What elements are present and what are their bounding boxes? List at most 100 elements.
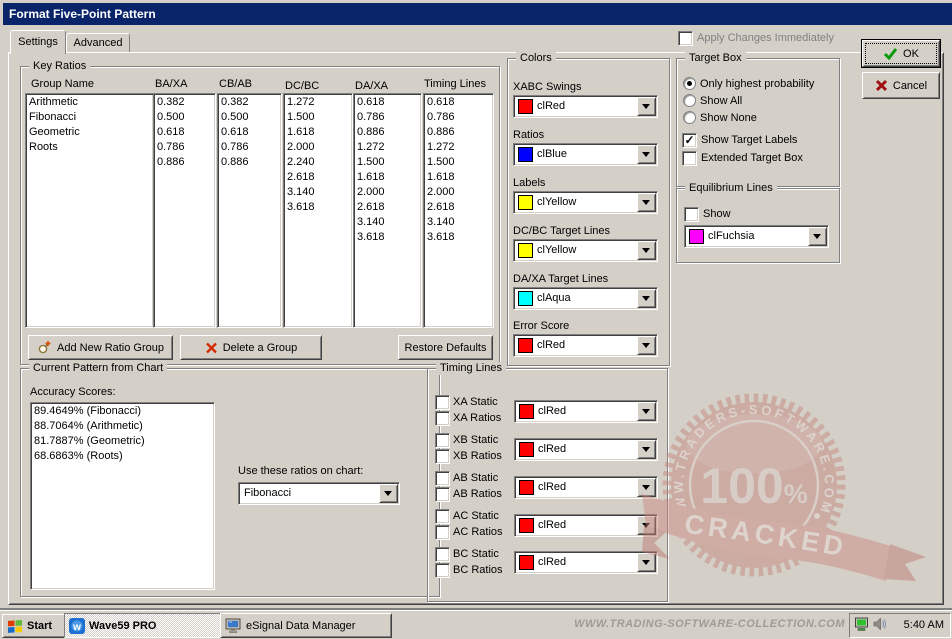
network-tray-icon[interactable]	[854, 617, 870, 632]
ok-button[interactable]: OK	[862, 40, 940, 67]
ab-ratios-checkbox[interactable]	[435, 487, 450, 502]
timing-item[interactable]: 3.140	[424, 215, 493, 230]
ba-xa-item[interactable]: 0.500	[154, 110, 215, 125]
radio-show-none[interactable]	[683, 111, 696, 124]
radio-only-highest-probability[interactable]	[683, 77, 696, 90]
cb-ab-item[interactable]: 0.500	[218, 110, 281, 125]
start-button[interactable]: Start	[2, 614, 69, 638]
accuracy-score-item[interactable]: 68.6863% (Roots)	[31, 449, 214, 464]
da-xa-item[interactable]: 2.000	[354, 185, 421, 200]
group-name-item[interactable]: Roots	[26, 140, 153, 155]
timing-item[interactable]: 1.618	[424, 170, 493, 185]
bc-ratios-checkbox[interactable]	[435, 563, 450, 578]
ba-xa-item[interactable]: 0.786	[154, 140, 215, 155]
ba-xa-item[interactable]: 0.618	[154, 125, 215, 140]
dc-bc-item[interactable]: 1.618	[284, 125, 352, 140]
restore-defaults-button[interactable]: Restore Defaults	[398, 335, 493, 360]
dc-bc-item[interactable]: 1.500	[284, 110, 352, 125]
volume-tray-icon[interactable]	[873, 617, 888, 632]
timing-item[interactable]: 0.886	[424, 125, 493, 140]
bc-static-checkbox[interactable]	[435, 547, 450, 562]
radio-show-all[interactable]	[683, 94, 696, 107]
xa-ratios-checkbox[interactable]	[435, 411, 450, 426]
dc-bc-item[interactable]: 2.240	[284, 155, 352, 170]
tab-advanced[interactable]: Advanced	[66, 33, 130, 53]
timing-item[interactable]: 2.618	[424, 200, 493, 215]
timing-item[interactable]: 0.618	[424, 95, 493, 110]
ratios-color-combo[interactable]: clBlue	[513, 143, 658, 166]
xa-color-combo[interactable]: clRed	[514, 400, 658, 423]
chevron-down-icon[interactable]	[637, 193, 656, 212]
dc-bc-listbox[interactable]: 1.2721.5001.6182.0002.2402.6183.1403.618	[283, 93, 353, 328]
extended-target-box-checkbox[interactable]	[682, 151, 697, 166]
ba-xa-item[interactable]: 0.886	[154, 155, 215, 170]
cb-ab-item[interactable]: 0.382	[218, 95, 281, 110]
da-xa-item[interactable]: 2.618	[354, 200, 421, 215]
chevron-down-icon[interactable]	[637, 145, 656, 164]
timing-lines-listbox[interactable]: 0.6180.7860.8861.2721.5001.6182.0002.618…	[423, 93, 494, 328]
dcbc-target-lines-color-combo[interactable]: clYellow	[513, 239, 658, 262]
ba-xa-listbox[interactable]: 0.3820.5000.6180.7860.886	[153, 93, 216, 328]
chevron-down-icon[interactable]	[637, 241, 656, 260]
xb-color-combo[interactable]: clRed	[514, 438, 658, 461]
accuracy-score-item[interactable]: 89.4649% (Fibonacci)	[31, 404, 214, 419]
dc-bc-item[interactable]: 3.140	[284, 185, 352, 200]
dc-bc-item[interactable]: 2.618	[284, 170, 352, 185]
cb-ab-item[interactable]: 0.886	[218, 155, 281, 170]
timing-item[interactable]: 1.272	[424, 140, 493, 155]
taskbar-item-esignal[interactable]: eSignal Data Manager	[220, 613, 392, 638]
show-target-labels-checkbox[interactable]: ✓	[682, 133, 697, 148]
da-xa-item[interactable]: 3.618	[354, 230, 421, 245]
chevron-down-icon[interactable]	[637, 402, 656, 421]
cancel-button[interactable]: Cancel	[862, 72, 940, 99]
chevron-down-icon[interactable]	[637, 553, 656, 572]
accuracy-score-item[interactable]: 81.7887% (Geometric)	[31, 434, 214, 449]
group-name-item[interactable]: Arithmetic	[26, 95, 153, 110]
da-xa-item[interactable]: 3.140	[354, 215, 421, 230]
chevron-down-icon[interactable]	[637, 516, 656, 535]
accuracy-score-item[interactable]: 88.7064% (Arithmetic)	[31, 419, 214, 434]
group-name-listbox[interactable]: ArithmeticFibonacciGeometricRoots	[25, 93, 154, 328]
error-score-color-combo[interactable]: clRed	[513, 334, 658, 357]
timing-item[interactable]: 0.786	[424, 110, 493, 125]
chevron-down-icon[interactable]	[637, 97, 656, 116]
da-xa-item[interactable]: 0.886	[354, 125, 421, 140]
equilibrium-color-combo[interactable]: clFuchsia	[684, 225, 829, 248]
group-name-item[interactable]: Geometric	[26, 125, 153, 140]
ac-color-combo[interactable]: clRed	[514, 514, 658, 537]
chevron-down-icon[interactable]	[637, 289, 656, 308]
ac-static-checkbox[interactable]	[435, 509, 450, 524]
timing-item[interactable]: 2.000	[424, 185, 493, 200]
delete-a-group-button[interactable]: Delete a Group	[180, 335, 322, 360]
chevron-down-icon[interactable]	[808, 227, 827, 246]
da-xa-item[interactable]: 1.618	[354, 170, 421, 185]
cb-ab-item[interactable]: 0.786	[218, 140, 281, 155]
chevron-down-icon[interactable]	[379, 484, 398, 503]
timing-item[interactable]: 1.500	[424, 155, 493, 170]
add-new-ratio-group-button[interactable]: Add New Ratio Group	[28, 335, 173, 360]
ac-ratios-checkbox[interactable]	[435, 525, 450, 540]
chevron-down-icon[interactable]	[637, 440, 656, 459]
dc-bc-item[interactable]: 3.618	[284, 200, 352, 215]
da-xa-item[interactable]: 0.618	[354, 95, 421, 110]
da-xa-item[interactable]: 1.500	[354, 155, 421, 170]
dc-bc-item[interactable]: 2.000	[284, 140, 352, 155]
daxa-target-lines-color-combo[interactable]: clAqua	[513, 287, 658, 310]
xa-static-checkbox[interactable]	[435, 395, 450, 410]
chevron-down-icon[interactable]	[637, 478, 656, 497]
ba-xa-item[interactable]: 0.382	[154, 95, 215, 110]
dc-bc-item[interactable]: 1.272	[284, 95, 352, 110]
cb-ab-item[interactable]: 0.618	[218, 125, 281, 140]
chevron-down-icon[interactable]	[637, 336, 656, 355]
xabc-swings-color-combo[interactable]: clRed	[513, 95, 658, 118]
ab-static-checkbox[interactable]	[435, 471, 450, 486]
equilibrium-show-checkbox[interactable]	[684, 207, 699, 222]
cb-ab-listbox[interactable]: 0.3820.5000.6180.7860.886	[217, 93, 282, 328]
taskbar-item-wave59[interactable]: w Wave59 PRO	[64, 613, 222, 638]
da-xa-listbox[interactable]: 0.6180.7860.8861.2721.5001.6182.0002.618…	[353, 93, 422, 328]
group-name-item[interactable]: Fibonacci	[26, 110, 153, 125]
use-ratios-combo[interactable]: Fibonacci	[238, 482, 400, 505]
labels-color-combo[interactable]: clYellow	[513, 191, 658, 214]
timing-item[interactable]: 3.618	[424, 230, 493, 245]
bc-color-combo[interactable]: clRed	[514, 551, 658, 574]
